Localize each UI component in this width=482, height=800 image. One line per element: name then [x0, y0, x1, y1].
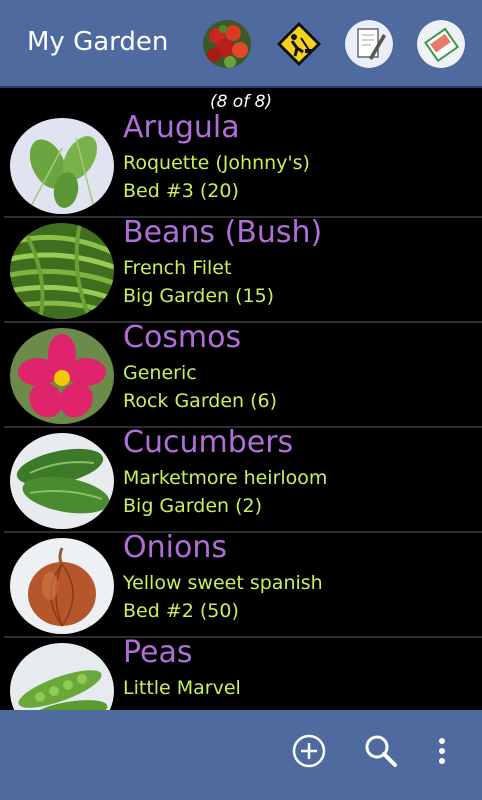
cucumbers-photo-icon [10, 433, 114, 529]
gardener-sign-icon[interactable] [275, 20, 323, 68]
plant-variety: Roquette (Johnny's) [123, 152, 310, 174]
plant-name: Beans (Bush) [123, 215, 323, 250]
list-item[interactable]: Peas Little Marvel [0, 635, 482, 710]
plant-name: Cucumbers [123, 425, 294, 460]
overflow-menu-icon[interactable] [436, 736, 448, 770]
divider [4, 531, 482, 533]
arugula-photo-icon [10, 118, 114, 214]
list-item[interactable]: Onions Yellow sweet spanish Bed #2 (50) [0, 530, 482, 638]
plant-location: Bed #2 (50) [123, 600, 239, 622]
add-icon[interactable] [291, 733, 327, 773]
divider [4, 321, 482, 323]
plant-location: Rock Garden (6) [123, 390, 278, 412]
notes-icon[interactable] [345, 20, 393, 68]
plant-variety: Yellow sweet spanish [123, 572, 323, 594]
app-title: My Garden [27, 27, 169, 57]
search-icon[interactable] [363, 733, 399, 773]
plant-location: Big Garden (15) [123, 285, 275, 307]
plant-variety: Marketmore heirloom [123, 467, 328, 489]
peas-photo-icon [10, 643, 114, 710]
plant-name: Arugula [123, 114, 240, 145]
tomatoes-photo-icon[interactable] [203, 20, 251, 68]
list-item[interactable]: Beans (Bush) French Filet Big Garden (15… [0, 215, 482, 323]
plant-variety: French Filet [123, 257, 232, 279]
list-item[interactable]: Arugula Roquette (Johnny's) Bed #3 (20) [0, 114, 482, 218]
onion-photo-icon [10, 538, 114, 634]
plant-name: Cosmos [123, 320, 242, 355]
plant-list[interactable]: Arugula Roquette (Johnny's) Bed #3 (20) … [0, 114, 482, 710]
plant-name: Peas [123, 635, 193, 670]
app-bar: My Garden [0, 0, 482, 88]
plant-location: Big Garden (2) [123, 495, 263, 517]
item-count: (8 of 8) [209, 92, 273, 112]
cosmos-photo-icon [10, 328, 114, 424]
plant-name: Onions [123, 530, 227, 565]
plant-variety: Generic [123, 362, 197, 384]
divider [4, 636, 482, 638]
bottom-action-bar [0, 710, 482, 800]
plant-variety: Little Marvel [123, 677, 241, 699]
plant-location: Bed #3 (20) [123, 180, 239, 202]
seeds-packet-icon[interactable] [417, 20, 465, 68]
beans-photo-icon [10, 223, 114, 319]
list-item[interactable]: Cucumbers Marketmore heirloom Big Garden… [0, 425, 482, 533]
list-item[interactable]: Cosmos Generic Rock Garden (6) [0, 320, 482, 428]
